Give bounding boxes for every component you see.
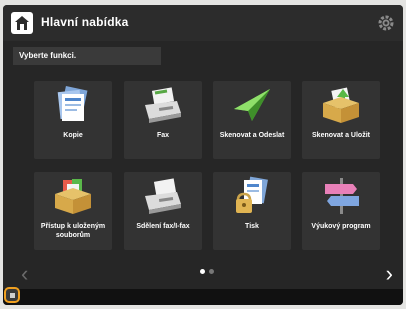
page-title: Hlavní nabídka bbox=[41, 15, 129, 29]
scan-send-icon bbox=[234, 89, 270, 121]
page-dot-active bbox=[200, 269, 205, 274]
status-monitor-button[interactable] bbox=[4, 287, 20, 303]
header-bar: Hlavní nabídka bbox=[3, 5, 403, 41]
gear-icon[interactable] bbox=[377, 14, 395, 32]
page-dot-inactive bbox=[209, 269, 214, 274]
tile-label: Výukový program bbox=[311, 223, 371, 230]
tile-label: Fax bbox=[156, 132, 170, 139]
fax-icon bbox=[145, 87, 181, 123]
tile-label: Kopie bbox=[63, 132, 83, 139]
tile-tutorial[interactable]: Výukový program bbox=[302, 172, 380, 250]
tile-print[interactable]: Tisk bbox=[213, 172, 291, 250]
tile-stored-files[interactable]: Přístup k uloženým souborům bbox=[34, 172, 112, 250]
tile-label: Přístup k uloženým souborům bbox=[40, 223, 106, 239]
tile-scan-send[interactable]: Skenovat a Odeslat bbox=[213, 81, 291, 159]
touch-panel-screen: Hlavní nabídka Vyberte funkci. Kopie Fax bbox=[3, 5, 403, 305]
tile-copy[interactable]: Kopie bbox=[34, 81, 112, 159]
tile-fax-ifax-inbox[interactable]: Sdělení fax/I-fax bbox=[124, 172, 202, 250]
status-icon bbox=[10, 293, 15, 298]
copy-icon bbox=[57, 85, 88, 121]
previous-page-arrow[interactable]: ‹ bbox=[21, 263, 28, 285]
tile-scan-store[interactable]: Skenovat a Uložit bbox=[302, 81, 380, 159]
tile-label: Sdělení fax/I-fax bbox=[136, 223, 190, 230]
stored-files-icon bbox=[55, 179, 91, 214]
next-page-arrow[interactable]: › bbox=[386, 263, 393, 285]
tile-fax[interactable]: Fax bbox=[124, 81, 202, 159]
home-icon bbox=[15, 16, 29, 30]
tutorial-icon bbox=[325, 178, 359, 214]
tile-label: Skenovat a Uložit bbox=[312, 132, 370, 139]
instruction-text: Vyberte funkci. bbox=[13, 47, 161, 65]
status-bar bbox=[3, 289, 403, 305]
home-button[interactable] bbox=[11, 12, 33, 34]
scan-store-icon bbox=[323, 87, 359, 123]
tile-label: Tisk bbox=[245, 223, 259, 230]
fax-ifax-inbox-icon bbox=[145, 178, 181, 214]
print-icon bbox=[236, 176, 268, 213]
tile-label: Skenovat a Odeslat bbox=[219, 132, 285, 139]
